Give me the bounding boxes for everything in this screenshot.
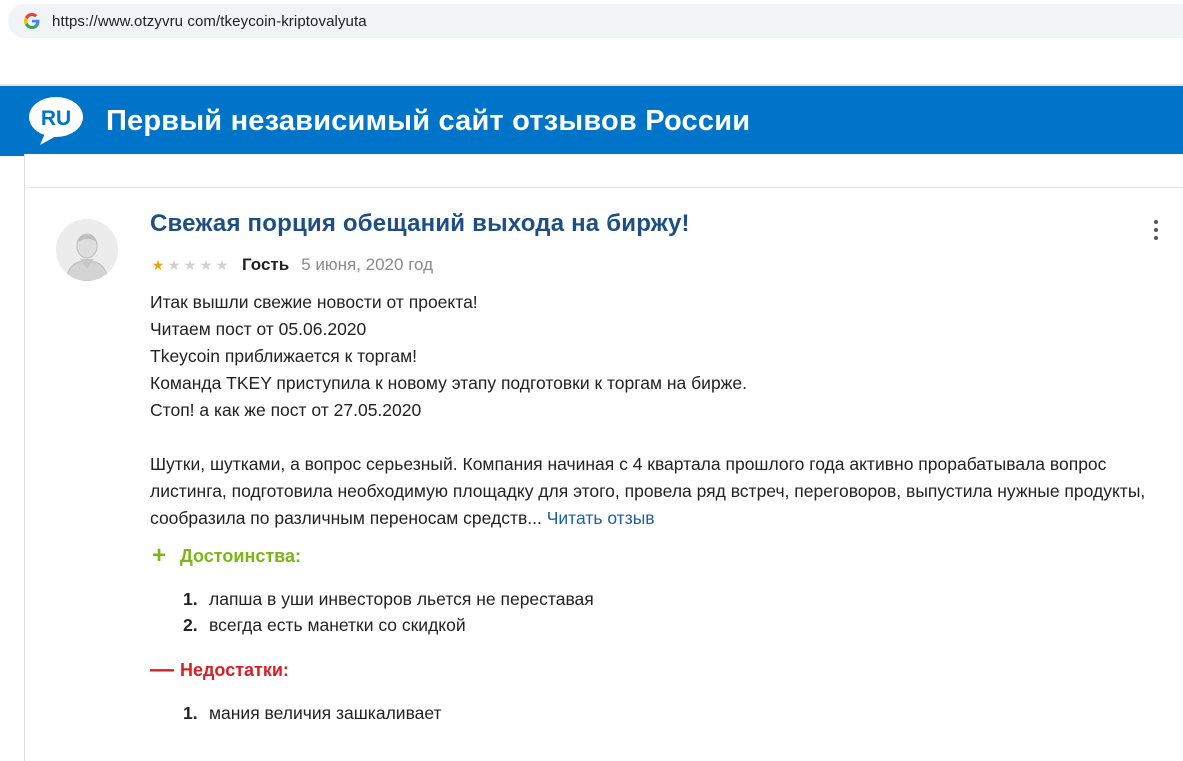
speech-bubble-logo-icon[interactable]: RU — [24, 95, 88, 147]
more-vertical-icon[interactable] — [1148, 218, 1164, 242]
review-title[interactable]: Свежая порция обещаний выхода на биржу! — [150, 210, 690, 238]
body-line: Tkeycoin приближается к торгам! — [150, 346, 418, 366]
pros-heading: + Достоинства: — [150, 542, 301, 569]
body-line: Команда TKEY приступила к новому этапу п… — [150, 373, 747, 393]
address-bar[interactable]: https://www.otzyvru com/tkeycoin-kriptov… — [8, 4, 1183, 38]
cons-heading: — Недостатки: — [150, 656, 289, 683]
divider — [24, 187, 1183, 188]
list-item: 2. всегда есть манетки со скидкой — [183, 612, 594, 638]
author-name: Гость — [242, 255, 290, 274]
review-meta: ★ ★ ★ ★ ★ Гость 5 июня, 2020 год — [150, 254, 433, 276]
cons-list: 1. мания величия зашкаливает — [183, 700, 442, 726]
google-g-icon — [24, 13, 40, 29]
site-header: RU Первый независимый сайт отзывов Росси… — [0, 84, 1183, 156]
plus-icon: + — [151, 542, 166, 569]
minus-icon: — — [150, 656, 174, 683]
list-item: 1. мания величия зашкаливает — [183, 700, 442, 726]
list-number: 1. — [183, 703, 198, 723]
list-item: 1. лапша в уши инвесторов льется не пере… — [183, 586, 594, 612]
star-empty-icon: ★ — [167, 257, 181, 273]
body-line: Стоп! а как же пост от 27.05.2020 — [150, 400, 422, 420]
star-empty-icon: ★ — [183, 257, 197, 273]
list-text: лапша в уши инвесторов льется не переста… — [209, 589, 594, 609]
browser-content-top — [0, 38, 1183, 86]
rating-stars: ★ ★ ★ ★ ★ — [150, 258, 230, 272]
list-text: мания величия зашкаливает — [209, 703, 442, 723]
url-text[interactable]: https://www.otzyvru com/tkeycoin-kriptov… — [52, 13, 367, 30]
user-avatar-icon[interactable] — [56, 219, 118, 281]
star-filled-icon: ★ — [151, 257, 165, 273]
list-number: 1. — [183, 589, 198, 609]
review-body: Итак вышли свежие новости от проекта! Чи… — [150, 289, 1160, 532]
read-review-link[interactable]: Читать отзыв — [547, 508, 655, 528]
cons-label: Недостатки: — [180, 659, 289, 680]
star-empty-icon: ★ — [199, 257, 213, 273]
logo-text: RU — [41, 107, 71, 130]
review-date: 5 июня, 2020 год — [301, 255, 434, 274]
site-title[interactable]: Первый независимый сайт отзывов России — [106, 105, 750, 138]
review-excerpt: Шутки, шутками, а вопрос серьезный. Комп… — [150, 451, 1160, 532]
pros-list: 1. лапша в уши инвесторов льется не пере… — [183, 586, 594, 638]
body-line: Итак вышли свежие новости от проекта! — [150, 292, 478, 312]
list-number: 2. — [183, 615, 198, 635]
pros-label: Достоинства: — [180, 545, 301, 566]
list-text: всегда есть манетки со скидкой — [209, 615, 466, 635]
body-line: Читаем пост от 05.06.2020 — [150, 319, 367, 339]
star-empty-icon: ★ — [215, 257, 229, 273]
